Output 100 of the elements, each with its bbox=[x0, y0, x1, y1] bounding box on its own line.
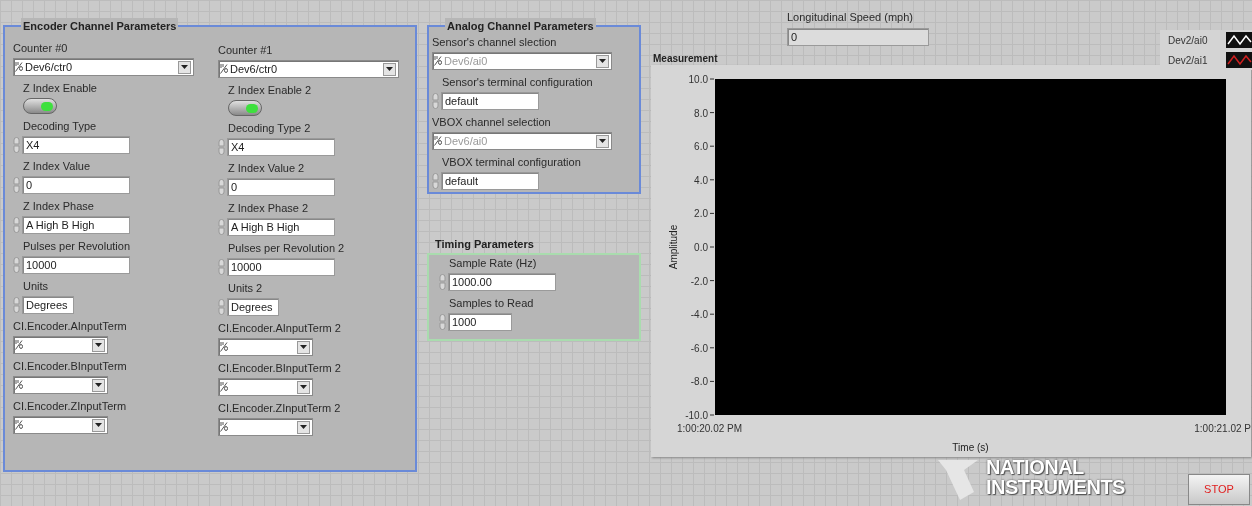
dropdown-value: Dev6/ai0 bbox=[444, 53, 488, 69]
y-tick: 4.0 bbox=[694, 174, 715, 186]
control-label: Z Index Phase 2 bbox=[227, 201, 310, 215]
legend-label: Dev2/ai1 bbox=[1168, 53, 1208, 68]
enum-field[interactable]: A High B High bbox=[22, 216, 130, 234]
plot-line-swatch bbox=[1226, 52, 1252, 68]
dropdown-arrow-button[interactable] bbox=[297, 340, 310, 354]
y-tick: 2.0 bbox=[694, 207, 715, 219]
dropdown-arrow-button[interactable] bbox=[297, 380, 310, 394]
io-dropdown[interactable]: Dev6/ctr0 bbox=[218, 60, 399, 78]
y-tick-label: -10.0 bbox=[685, 409, 709, 421]
y-axis-title: Amplitude bbox=[668, 224, 679, 269]
dropdown-arrow-button[interactable] bbox=[92, 418, 105, 432]
indicator-label: Longitudinal Speed (mph) bbox=[787, 10, 914, 25]
io-name-icon bbox=[15, 339, 23, 351]
numeric-field[interactable]: 0 bbox=[22, 176, 130, 194]
led-indicator bbox=[41, 101, 53, 111]
control-label: CI.Encoder.BInputTerm bbox=[13, 359, 128, 373]
y-tick: -2.0 bbox=[690, 275, 715, 287]
io-name-icon bbox=[15, 61, 23, 73]
numeric-field[interactable]: 0 bbox=[227, 178, 335, 196]
control-label: Decoding Type bbox=[22, 119, 98, 133]
control-label: Z Index Enable bbox=[22, 81, 98, 95]
control-label: Sensor's terminal configuration bbox=[441, 75, 594, 89]
y-tick: 8.0 bbox=[694, 107, 715, 119]
io-dropdown[interactable] bbox=[218, 338, 313, 356]
y-tick: -6.0 bbox=[690, 342, 715, 354]
dropdown-arrow-button[interactable] bbox=[92, 378, 105, 392]
toggle-switch[interactable] bbox=[228, 100, 262, 116]
control-label: CI.Encoder.BInputTerm 2 bbox=[218, 361, 342, 375]
control-label: Counter #1 bbox=[218, 43, 274, 57]
control-label: Decoding Type 2 bbox=[227, 121, 312, 135]
control-label: Z Index Phase bbox=[22, 199, 95, 213]
numeric-field[interactable]: 10000 bbox=[227, 258, 335, 276]
io-name-icon bbox=[220, 381, 228, 393]
x-tick-label: 1:00:20.02 PM bbox=[677, 422, 743, 434]
y-tick: -8.0 bbox=[690, 375, 715, 387]
y-tick-label: -4.0 bbox=[690, 308, 709, 320]
enum-field[interactable]: default bbox=[441, 172, 539, 190]
caret-icon bbox=[95, 383, 102, 387]
control-label: Z Index Value 2 bbox=[227, 161, 306, 175]
io-dropdown[interactable]: Dev6/ctr0 bbox=[13, 58, 194, 76]
control-label: Sensor's channel slection bbox=[432, 35, 558, 49]
logo-text: NATIONAL bbox=[986, 457, 1085, 477]
control-label: CI.Encoder.AInputTerm 2 bbox=[218, 321, 342, 335]
control-label: Z Index Enable 2 bbox=[227, 83, 313, 97]
io-dropdown[interactable] bbox=[218, 418, 313, 436]
io-name-icon bbox=[220, 421, 228, 433]
control-label: VBOX terminal configuration bbox=[441, 155, 582, 169]
caret-icon bbox=[599, 139, 606, 143]
y-tick-label: 10.0 bbox=[688, 73, 709, 85]
y-tick: -10.0 bbox=[685, 409, 715, 421]
stop-button[interactable]: STOP bbox=[1188, 474, 1250, 505]
enum-field[interactable]: Degrees bbox=[22, 296, 74, 314]
io-name-icon bbox=[434, 135, 442, 147]
toggle-switch[interactable] bbox=[23, 98, 57, 114]
control-label: Counter #0 bbox=[13, 41, 69, 55]
caret-icon bbox=[300, 345, 307, 349]
enum-field[interactable]: Degrees bbox=[227, 298, 279, 316]
io-dropdown[interactable] bbox=[218, 378, 313, 396]
dropdown-arrow-button[interactable] bbox=[383, 62, 396, 76]
y-tick-label: 8.0 bbox=[694, 107, 709, 119]
dropdown-arrow-button[interactable] bbox=[297, 420, 310, 434]
y-tick: 0.0 bbox=[694, 241, 715, 253]
caret-icon bbox=[95, 423, 102, 427]
io-name-icon bbox=[15, 379, 23, 391]
panel-title: Timing Parameters bbox=[435, 237, 535, 252]
enum-field[interactable]: X4 bbox=[227, 138, 335, 156]
caret-icon bbox=[95, 343, 102, 347]
y-tick-label: -6.0 bbox=[690, 342, 709, 354]
control-label: Pulses per Revolution bbox=[22, 239, 131, 253]
control-label: Units bbox=[22, 279, 50, 293]
io-name-icon bbox=[220, 63, 228, 75]
speed-indicator: 0 bbox=[787, 27, 929, 46]
dropdown-value: Dev6/ai0 bbox=[444, 133, 488, 149]
y-tick: 6.0 bbox=[694, 140, 715, 152]
y-tick-label: 4.0 bbox=[694, 174, 709, 186]
enum-field[interactable]: default bbox=[441, 92, 539, 110]
enum-field[interactable]: X4 bbox=[22, 136, 130, 154]
graph-title: Measurement bbox=[653, 51, 718, 65]
io-dropdown[interactable] bbox=[13, 336, 108, 354]
caret-icon bbox=[599, 59, 606, 63]
io-dropdown[interactable] bbox=[13, 416, 108, 434]
control-label: Units 2 bbox=[227, 281, 264, 295]
numeric-field[interactable]: 10000 bbox=[22, 256, 130, 274]
numeric-field[interactable]: 1000.00 bbox=[448, 272, 556, 291]
enum-field[interactable]: 1000 bbox=[448, 312, 512, 331]
control-label: CI.Encoder.AInputTerm bbox=[13, 319, 128, 333]
enum-field[interactable]: A High B High bbox=[227, 218, 335, 236]
io-dropdown[interactable] bbox=[13, 376, 108, 394]
control-label: Sample Rate (Hz) bbox=[448, 255, 538, 270]
legend-label: Dev2/ai0 bbox=[1168, 33, 1208, 48]
caret-icon bbox=[300, 385, 307, 389]
control-label: Z Index Value bbox=[22, 159, 92, 173]
dropdown-arrow-button[interactable] bbox=[178, 60, 191, 74]
control-label: CI.Encoder.ZInputTerm bbox=[13, 399, 128, 413]
caret-icon bbox=[386, 67, 393, 71]
caret-icon bbox=[181, 65, 188, 69]
led-indicator bbox=[246, 103, 258, 113]
dropdown-arrow-button[interactable] bbox=[92, 338, 105, 352]
